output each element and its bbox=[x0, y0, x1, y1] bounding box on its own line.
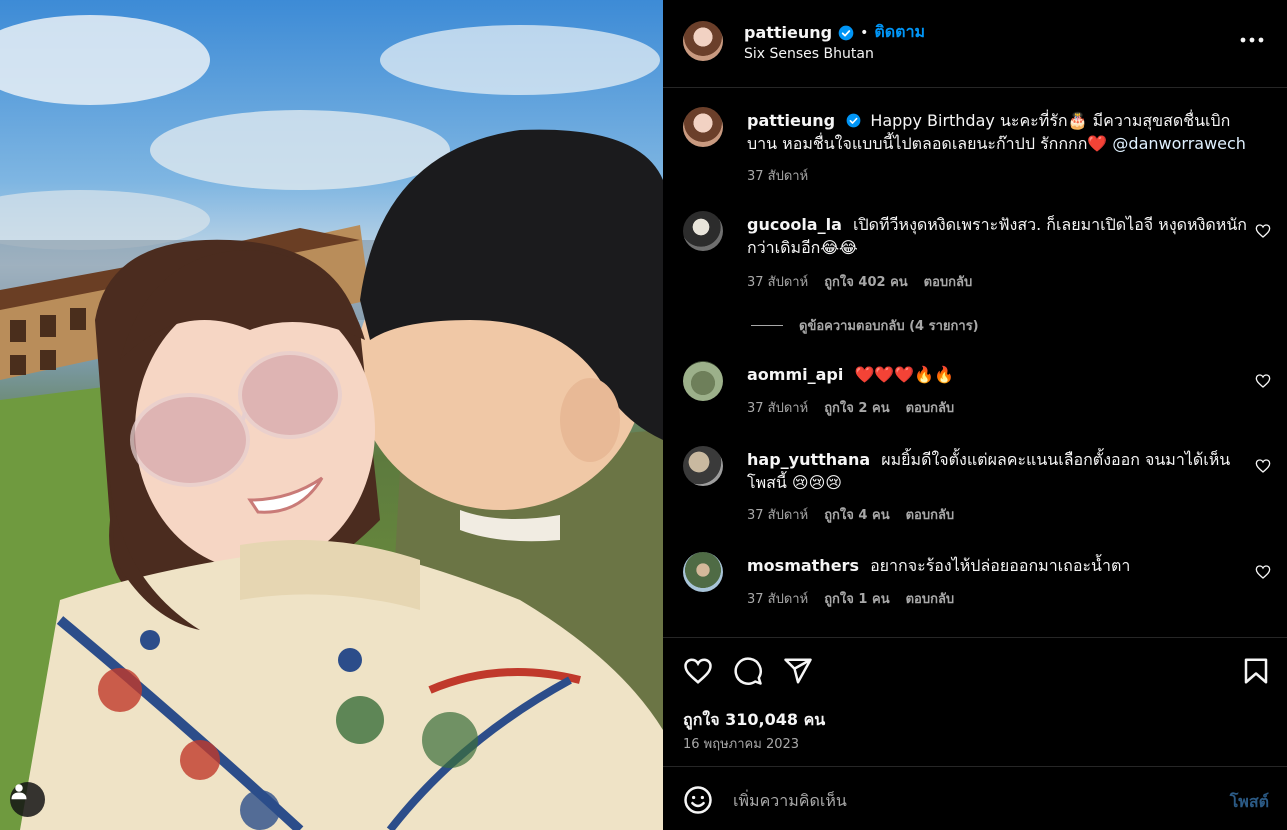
comment-time[interactable]: 37 สัปดาห์ bbox=[747, 397, 808, 418]
comment-meta: 37 สัปดาห์ ถูกใจ 4 คน ตอบกลับ bbox=[747, 504, 954, 525]
comment-text: aommi_api ❤️❤️❤️🔥🔥 bbox=[747, 363, 1247, 386]
commenter-avatar[interactable] bbox=[683, 361, 723, 401]
reply-button[interactable]: ตอบกลับ bbox=[924, 271, 973, 292]
comment-username[interactable]: gucoola_la bbox=[747, 215, 842, 234]
caption-username[interactable]: pattieung bbox=[747, 111, 835, 130]
post-comment-button[interactable]: โพสต์ bbox=[1230, 790, 1269, 815]
author-username[interactable]: pattieung bbox=[744, 23, 832, 42]
like-comment-heart-icon[interactable] bbox=[1255, 458, 1271, 474]
commenter-avatar[interactable] bbox=[683, 211, 723, 251]
couple-photo-illustration bbox=[0, 15, 663, 830]
user-tag-icon bbox=[11, 784, 27, 800]
post-photo[interactable] bbox=[0, 0, 663, 830]
caption-avatar[interactable] bbox=[683, 107, 723, 147]
author-avatar[interactable] bbox=[683, 21, 723, 61]
comment-username[interactable]: mosmathers bbox=[747, 556, 859, 575]
author-row: pattieung • ติดตาม bbox=[744, 20, 925, 45]
like-comment-heart-icon[interactable] bbox=[1255, 564, 1271, 580]
comment-meta: 37 สัปดาห์ ถูกใจ 2 คน ตอบกลับ bbox=[747, 397, 954, 418]
comment-icon[interactable] bbox=[733, 656, 763, 686]
more-options-icon[interactable] bbox=[1237, 28, 1267, 52]
post-location[interactable]: Six Senses Bhutan bbox=[744, 46, 874, 62]
add-comment-bar: โพสต์ bbox=[663, 768, 1287, 830]
comment-input[interactable] bbox=[733, 782, 1203, 818]
comment-time[interactable]: 37 สัปดาห์ bbox=[747, 588, 808, 609]
likes-count[interactable]: ถูกใจ 310,048 คน bbox=[683, 708, 825, 733]
view-replies-line bbox=[751, 325, 783, 326]
caption-text: pattieung Happy Birthday นะคะที่รัก🎂 มีค… bbox=[747, 109, 1247, 155]
emoji-icon[interactable] bbox=[683, 785, 713, 815]
comment-text: mosmathers อยากจะร้องไห้ปล่อยออกมาเถอะน้… bbox=[747, 554, 1247, 577]
post-date[interactable]: 16 พฤษภาคม 2023 bbox=[683, 733, 799, 754]
comment-likes[interactable]: ถูกใจ 4 คน bbox=[824, 504, 889, 525]
comment-meta: 37 สัปดาห์ ถูกใจ 402 คน ตอบกลับ bbox=[747, 271, 972, 292]
bookmark-icon[interactable] bbox=[1241, 656, 1271, 686]
caption-mention[interactable]: @danworrawech bbox=[1112, 134, 1246, 153]
commenter-avatar[interactable] bbox=[683, 446, 723, 486]
caption-time[interactable]: 37 สัปดาห์ bbox=[747, 165, 808, 186]
reply-button[interactable]: ตอบกลับ bbox=[906, 504, 955, 525]
comment-likes[interactable]: ถูกใจ 2 คน bbox=[824, 397, 889, 418]
comment-meta: 37 สัปดาห์ ถูกใจ 1 คน ตอบกลับ bbox=[747, 588, 954, 609]
verified-badge-icon bbox=[846, 113, 861, 128]
post-header: pattieung • ติดตาม Six Senses Bhutan bbox=[663, 0, 1287, 88]
comment-body: ❤️❤️❤️🔥🔥 bbox=[854, 365, 955, 384]
like-comment-heart-icon[interactable] bbox=[1255, 373, 1271, 389]
comment-username[interactable]: hap_yutthana bbox=[747, 450, 870, 469]
comment-likes[interactable]: ถูกใจ 402 คน bbox=[824, 271, 907, 292]
view-replies-button[interactable]: ดูข้อความตอบกลับ (4 รายการ) bbox=[751, 315, 979, 336]
caption-meta: 37 สัปดาห์ bbox=[747, 165, 808, 186]
verified-badge-icon bbox=[838, 25, 854, 40]
comment-likes[interactable]: ถูกใจ 1 คน bbox=[824, 588, 889, 609]
view-replies-label: ดูข้อความตอบกลับ (4 รายการ) bbox=[799, 319, 979, 334]
share-icon[interactable] bbox=[783, 656, 813, 686]
commenter-avatar[interactable] bbox=[683, 552, 723, 592]
separator-dot: • bbox=[860, 24, 869, 41]
comment-text: hap_yutthana ผมยิ้มดีใจตั้งแต่ผลคะแนนเลื… bbox=[747, 448, 1247, 494]
comment-username[interactable]: aommi_api bbox=[747, 365, 843, 384]
post-side-panel: pattieung • ติดตาม Six Senses Bhutan pat… bbox=[663, 0, 1287, 830]
post-actions: ถูกใจ 310,048 คน 16 พฤษภาคม 2023 bbox=[663, 637, 1287, 767]
reply-button[interactable]: ตอบกลับ bbox=[906, 588, 955, 609]
heart-icon[interactable] bbox=[683, 656, 713, 686]
follow-button[interactable]: ติดตาม bbox=[874, 20, 925, 45]
like-comment-heart-icon[interactable] bbox=[1255, 223, 1271, 239]
tagged-users-button[interactable] bbox=[10, 782, 45, 817]
comment-body: อยากจะร้องไห้ปล่อยออกมาเถอะน้ำตา bbox=[870, 556, 1131, 575]
comment-text: gucoola_la เปิดทีวีหงุดหงิดเพราะฟังสว. ก… bbox=[747, 213, 1247, 259]
comment-time[interactable]: 37 สัปดาห์ bbox=[747, 271, 808, 292]
comment-time[interactable]: 37 สัปดาห์ bbox=[747, 504, 808, 525]
comments-list[interactable]: pattieung Happy Birthday นะคะที่รัก🎂 มีค… bbox=[663, 89, 1287, 636]
reply-button[interactable]: ตอบกลับ bbox=[906, 397, 955, 418]
